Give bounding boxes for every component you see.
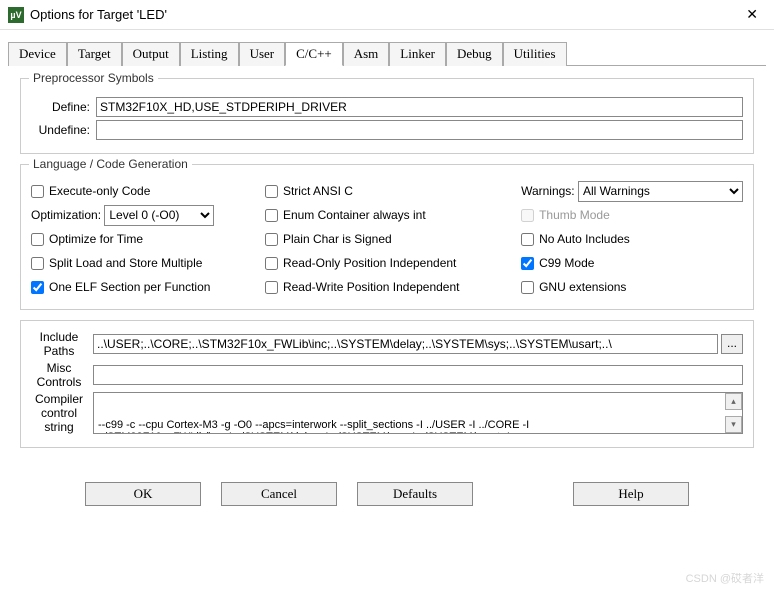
execute-only-label: Execute-only Code: [49, 184, 150, 198]
optimize-time-label: Optimize for Time: [49, 232, 143, 246]
gnu-checkbox[interactable]: [521, 281, 534, 294]
plain-char-checkbox[interactable]: [265, 233, 278, 246]
tab-target[interactable]: Target: [67, 42, 122, 66]
thumb-label: Thumb Mode: [539, 208, 610, 222]
strict-ansi-checkbox[interactable]: [265, 185, 278, 198]
tab-listing[interactable]: Listing: [180, 42, 239, 66]
one-elf-label: One ELF Section per Function: [49, 280, 210, 294]
strict-ansi-label: Strict ANSI C: [283, 184, 353, 198]
c99-checkbox[interactable]: [521, 257, 534, 270]
ro-pi-checkbox[interactable]: [265, 257, 278, 270]
scroll-down-icon[interactable]: ▾: [725, 416, 742, 433]
preprocessor-group: Preprocessor Symbols Define: Undefine:: [20, 78, 754, 154]
enum-container-checkbox[interactable]: [265, 209, 278, 222]
tab-output[interactable]: Output: [122, 42, 180, 66]
ro-pi-label: Read-Only Position Independent: [283, 256, 456, 270]
preprocessor-title: Preprocessor Symbols: [29, 71, 158, 85]
window-title: Options for Target 'LED': [30, 7, 738, 22]
compiler-string-label: Compiler control string: [31, 392, 93, 434]
paths-group: Include Paths ... Misc Controls Compiler…: [20, 320, 754, 448]
optimize-time-checkbox[interactable]: [31, 233, 44, 246]
tab-linker[interactable]: Linker: [389, 42, 446, 66]
ok-button[interactable]: OK: [85, 482, 201, 506]
rw-pi-label: Read-Write Position Independent: [283, 280, 460, 294]
include-paths-input[interactable]: [93, 334, 718, 354]
thumb-checkbox: [521, 209, 534, 222]
enum-container-label: Enum Container always int: [283, 208, 426, 222]
tab-debug[interactable]: Debug: [446, 42, 503, 66]
split-load-label: Split Load and Store Multiple: [49, 256, 202, 270]
tab-asm[interactable]: Asm: [343, 42, 390, 66]
warnings-label: Warnings:: [521, 184, 575, 198]
tab-c-cpp[interactable]: C/C++: [285, 42, 343, 66]
button-bar: OK Cancel Defaults Help: [0, 472, 774, 516]
undefine-input[interactable]: [96, 120, 743, 140]
scroll-up-icon[interactable]: ▴: [725, 393, 742, 410]
codegen-group: Language / Code Generation Execute-only …: [20, 164, 754, 310]
close-icon[interactable]: ✕: [738, 2, 766, 27]
compiler-scrollbar[interactable]: ▴ ▾: [725, 393, 742, 433]
codegen-title: Language / Code Generation: [29, 157, 192, 171]
watermark: CSDN @砹者洋: [686, 570, 764, 586]
tab-bar: Device Target Output Listing User C/C++ …: [8, 42, 766, 66]
defaults-button[interactable]: Defaults: [357, 482, 473, 506]
one-elf-checkbox[interactable]: [31, 281, 44, 294]
define-input[interactable]: [96, 97, 743, 117]
compiler-string-display: --c99 -c --cpu Cortex-M3 -g -O0 --apcs=i…: [93, 392, 743, 434]
tab-device[interactable]: Device: [8, 42, 67, 66]
no-auto-label: No Auto Includes: [539, 232, 630, 246]
warnings-select[interactable]: All Warnings: [578, 181, 743, 202]
optimization-label: Optimization:: [31, 208, 101, 222]
tab-utilities[interactable]: Utilities: [503, 42, 567, 66]
gnu-label: GNU extensions: [539, 280, 626, 294]
tab-panel: Preprocessor Symbols Define: Undefine: L…: [0, 66, 774, 466]
cancel-button[interactable]: Cancel: [221, 482, 337, 506]
titlebar: µV Options for Target 'LED' ✕: [0, 0, 774, 30]
help-button[interactable]: Help: [573, 482, 689, 506]
undefine-label: Undefine:: [31, 123, 96, 137]
include-paths-label: Include Paths: [31, 330, 93, 358]
c99-label: C99 Mode: [539, 256, 594, 270]
no-auto-checkbox[interactable]: [521, 233, 534, 246]
execute-only-checkbox[interactable]: [31, 185, 44, 198]
tab-user[interactable]: User: [239, 42, 286, 66]
app-icon: µV: [8, 7, 24, 23]
rw-pi-checkbox[interactable]: [265, 281, 278, 294]
optimization-select[interactable]: Level 0 (-O0): [104, 205, 214, 226]
define-label: Define:: [31, 100, 96, 114]
plain-char-label: Plain Char is Signed: [283, 232, 392, 246]
misc-controls-input[interactable]: [93, 365, 743, 385]
misc-controls-label: Misc Controls: [31, 361, 93, 389]
split-load-checkbox[interactable]: [31, 257, 44, 270]
include-paths-browse-button[interactable]: ...: [721, 334, 743, 354]
